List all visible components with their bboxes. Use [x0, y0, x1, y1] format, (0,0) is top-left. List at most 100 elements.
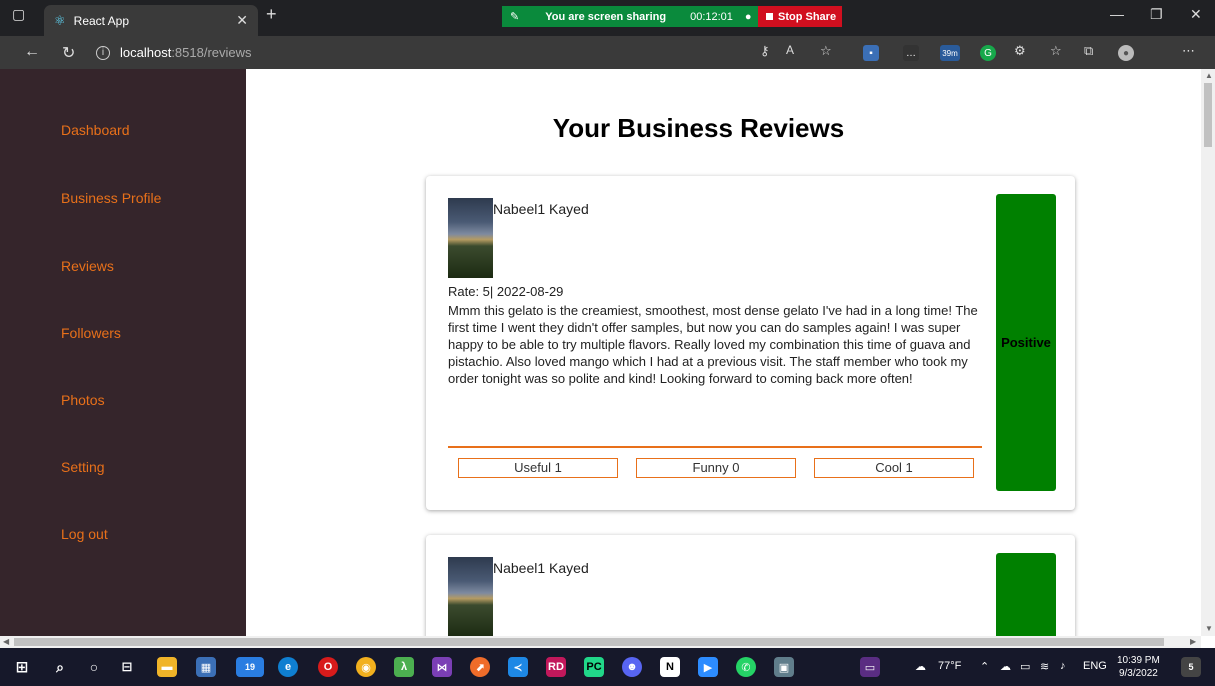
vertical-scroll-thumb[interactable] — [1204, 83, 1212, 147]
share-timer: 00:12:01 — [690, 10, 733, 23]
cortana-icon[interactable]: ○ — [84, 657, 104, 677]
reviewer-name: Nabeel1 Kayed — [493, 560, 589, 576]
extensions-icon[interactable]: ⚙ — [1014, 43, 1026, 59]
address-bar: ← ↻ i localhost :8518/reviews ⚷ A ☆ ▪ … … — [0, 36, 1215, 69]
new-tab-icon[interactable]: + — [266, 4, 277, 25]
horizontal-scroll-thumb[interactable] — [14, 638, 1164, 646]
battery-icon[interactable]: ▭ — [1020, 660, 1030, 673]
sidebar-item-reviews[interactable]: Reviews — [61, 258, 114, 274]
visual-studio-icon[interactable]: ⋈ — [432, 657, 452, 677]
task-view-icon[interactable]: ⊟ — [117, 657, 137, 677]
main-content: Your Business Reviews Nabeel1 Kayed Rate… — [246, 69, 1201, 636]
clock-date: 9/3/2022 — [1118, 668, 1158, 679]
pin-icon[interactable]: ✎ — [510, 10, 519, 23]
whatsapp-icon[interactable]: ✆ — [736, 657, 756, 677]
settings-more-icon[interactable]: ⋯ — [1182, 43, 1195, 59]
share-status: You are screen sharing — [545, 10, 667, 23]
stop-share-button[interactable]: Stop Share — [758, 6, 842, 27]
volume-icon[interactable]: ♪ — [1060, 660, 1066, 672]
review-text: Mmm this gelato is the creamiest, smooth… — [448, 303, 978, 386]
taskbar: ⊞ ⌕ ○ ⊟ ▬ ▦ 19 e O ◉ λ ⋈ ⬈ ≺ RD PC ☻ N ▶… — [0, 648, 1215, 686]
language-indicator[interactable]: ENG — [1083, 660, 1107, 672]
terminal-icon[interactable]: ▭ — [860, 657, 880, 677]
shield-icon: ● — [744, 10, 752, 23]
review-rate-date: Rate: 5| 2022-08-29 — [448, 284, 564, 299]
vscode-icon[interactable]: ≺ — [508, 657, 528, 677]
onedrive-icon[interactable]: ☁ — [1000, 660, 1011, 673]
notification-icon[interactable]: 5 — [1181, 657, 1201, 677]
favorite-icon[interactable]: ☆ — [820, 43, 832, 59]
wifi-icon[interactable]: ≋ — [1040, 660, 1049, 673]
browser-tab[interactable]: ⚛ React App ✕ — [44, 5, 258, 36]
funny-button[interactable]: Funny 0 — [636, 458, 796, 478]
browser-tab-bar: ▢ ⚛ React App ✕ + ✎ You are screen shari… — [0, 0, 1215, 36]
app-icon[interactable]: ▣ — [774, 657, 794, 677]
sidebar-item-photos[interactable]: Photos — [61, 392, 105, 408]
close-tab-icon[interactable]: ✕ — [236, 12, 248, 29]
minimize-icon[interactable]: — — [1110, 6, 1124, 22]
scroll-right-icon[interactable]: ▶ — [1190, 637, 1196, 646]
more-extension-icon[interactable]: … — [903, 45, 919, 61]
system-clock[interactable]: 10:39 PM 9/3/2022 — [1117, 654, 1160, 680]
reviewer-name: Nabeel1 Kayed — [493, 201, 589, 217]
sidebar-item-setting[interactable]: Setting — [61, 459, 105, 475]
review-card: Nabeel1 Kayed Rate: 5| 2022-08-29 Mmm th… — [426, 176, 1075, 510]
react-icon: ⚛ — [54, 12, 66, 28]
edge-icon[interactable]: e — [278, 657, 298, 677]
scroll-up-icon[interactable]: ▲ — [1205, 71, 1213, 80]
scroll-down-icon[interactable]: ▼ — [1205, 624, 1213, 633]
refresh-icon[interactable]: ↻ — [62, 43, 75, 63]
zoom-icon[interactable]: ▶ — [698, 657, 718, 677]
sentiment-badge — [996, 553, 1056, 636]
postman-icon[interactable]: ⬈ — [470, 657, 490, 677]
read-aloud-icon[interactable]: A — [786, 43, 794, 57]
restore-icon[interactable]: ❐ — [1150, 6, 1163, 23]
sidebar: Dashboard Business Profile Reviews Follo… — [0, 69, 246, 636]
extension-icon[interactable]: ▪ — [863, 45, 879, 61]
collections-icon[interactable]: ⧉ — [1084, 43, 1093, 59]
file-explorer-icon[interactable]: ▬ — [157, 657, 177, 677]
tab-actions-icon[interactable]: ▢ — [12, 6, 25, 23]
url-path: :8518/reviews — [171, 45, 252, 60]
sentiment-badge: Positive — [996, 194, 1056, 491]
cloud-icon: ☁ — [915, 661, 926, 673]
reviewer-avatar — [448, 557, 493, 636]
tray-expand-icon[interactable]: ⌃ — [980, 660, 989, 673]
lambda-icon[interactable]: λ — [394, 657, 414, 677]
opera-icon[interactable]: O — [318, 657, 338, 677]
rider-icon[interactable]: RD — [546, 657, 566, 677]
sidebar-item-log-out[interactable]: Log out — [61, 526, 108, 542]
sidebar-item-followers[interactable]: Followers — [61, 325, 121, 341]
sidebar-item-business-profile[interactable]: Business Profile — [61, 190, 161, 206]
calculator-icon[interactable]: ▦ — [196, 657, 216, 677]
url-field[interactable]: i localhost :8518/reviews — [96, 41, 816, 64]
scroll-left-icon[interactable]: ◀ — [3, 637, 9, 646]
screen-share-bar: ✎ You are screen sharing 00:12:01 ● — [502, 6, 758, 27]
stop-share-label: Stop Share — [778, 10, 837, 23]
horizontal-scrollbar[interactable]: ◀ ▶ — [0, 636, 1201, 648]
grammarly-icon[interactable]: G — [980, 45, 996, 61]
profile-avatar-icon[interactable]: ● — [1118, 45, 1134, 61]
vertical-scrollbar[interactable]: ▲ ▼ — [1201, 69, 1215, 636]
windows-start-icon[interactable]: ⊞ — [12, 657, 32, 677]
cool-button[interactable]: Cool 1 — [814, 458, 974, 478]
pycharm-icon[interactable]: PC — [584, 657, 604, 677]
chrome-icon[interactable]: ◉ — [356, 657, 376, 677]
sidebar-item-dashboard[interactable]: Dashboard — [61, 122, 130, 138]
key-icon[interactable]: ⚷ — [760, 43, 770, 59]
weather-temp[interactable]: 77°F — [938, 660, 961, 672]
notion-icon[interactable]: N — [660, 657, 680, 677]
back-icon[interactable]: ← — [24, 43, 40, 61]
review-card: Nabeel1 Kayed — [426, 535, 1075, 636]
favorites-icon[interactable]: ☆ — [1050, 43, 1062, 59]
reviewer-avatar — [448, 198, 493, 278]
useful-button[interactable]: Useful 1 — [458, 458, 618, 478]
info-icon[interactable]: i — [96, 45, 110, 60]
timer-extension-icon[interactable]: 39m — [940, 45, 960, 61]
page-title: Your Business Reviews — [552, 113, 845, 143]
review-divider — [448, 446, 982, 448]
close-window-icon[interactable]: ✕ — [1190, 6, 1202, 23]
mail-icon[interactable]: 19 — [236, 657, 264, 677]
search-icon[interactable]: ⌕ — [50, 657, 70, 677]
discord-icon[interactable]: ☻ — [622, 657, 642, 677]
